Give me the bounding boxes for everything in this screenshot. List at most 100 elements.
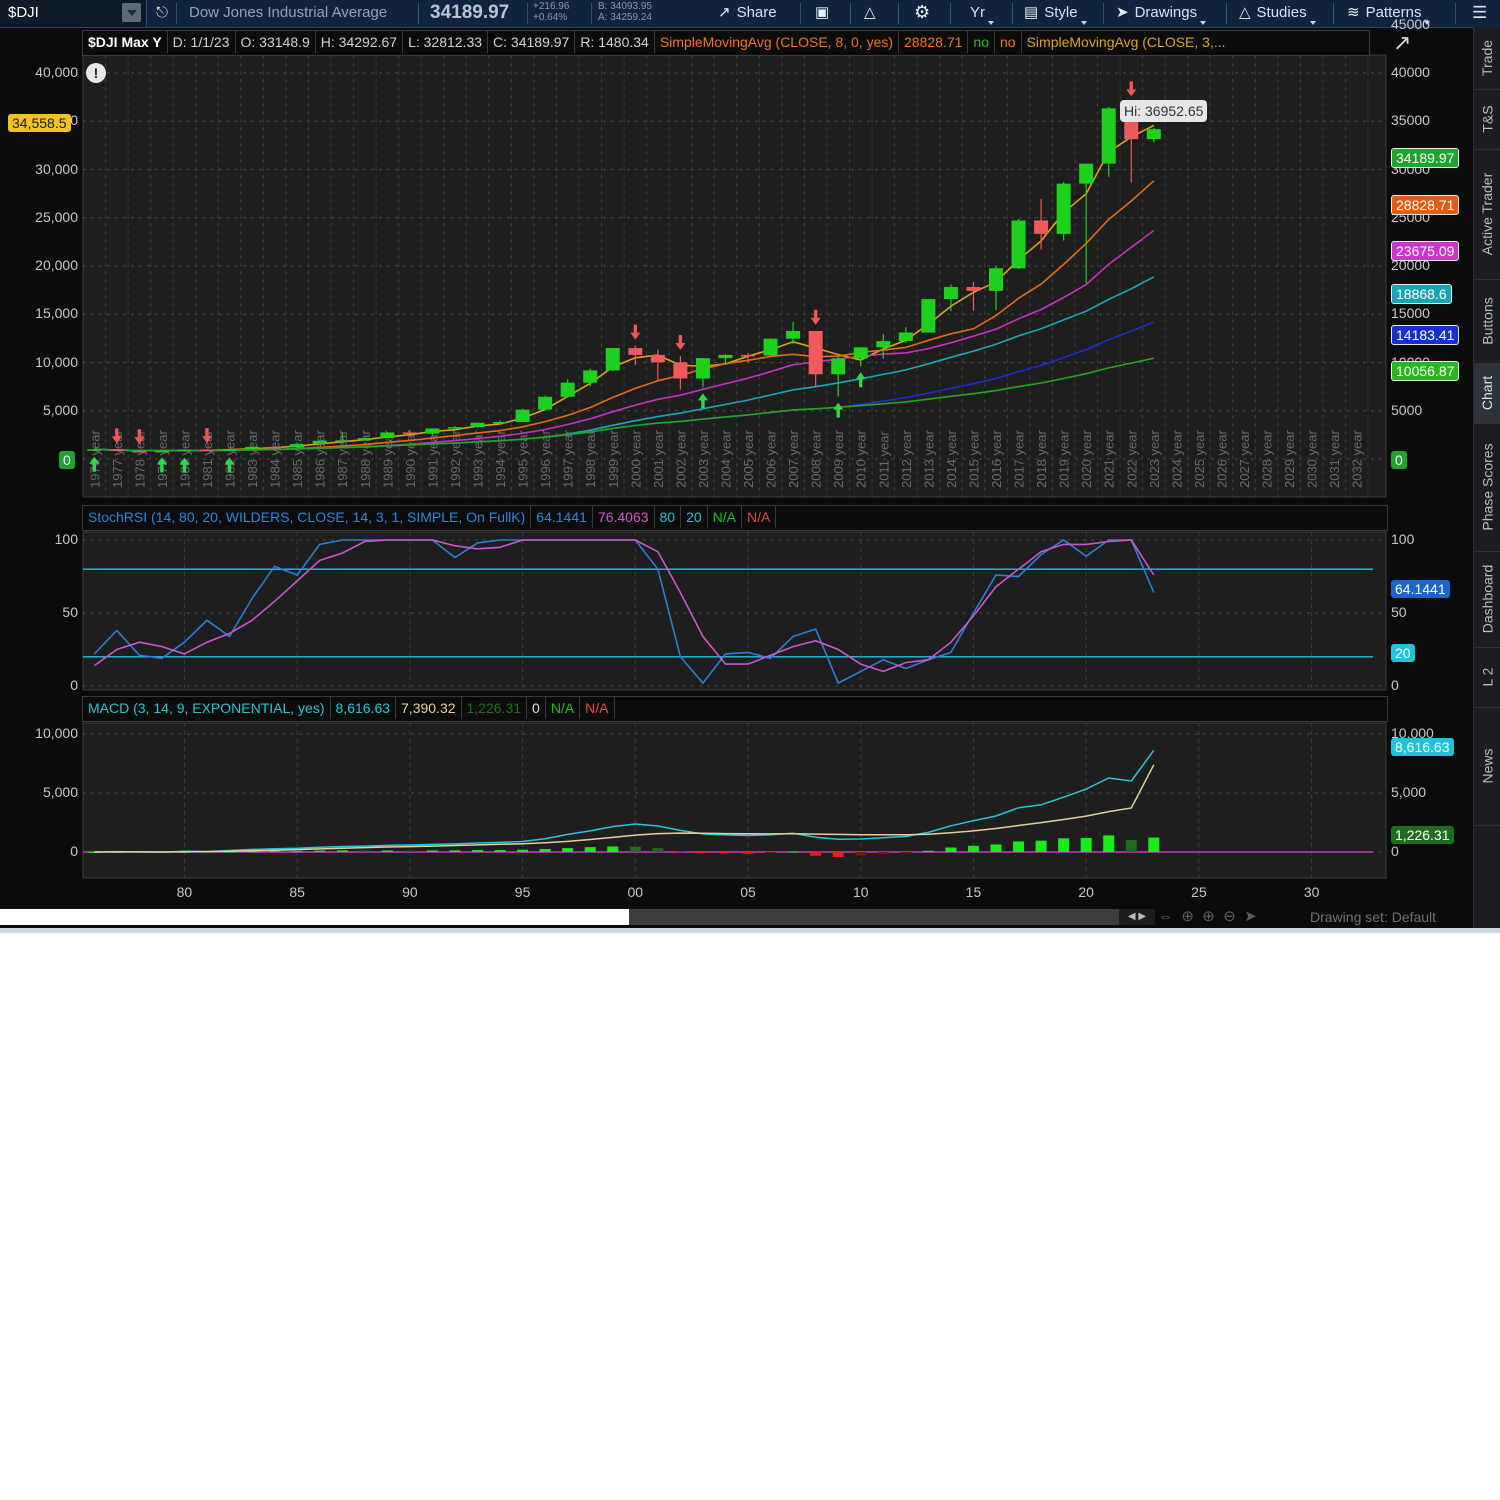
zoom-in-icon[interactable]: ⊕ — [1202, 908, 1215, 925]
candle-body — [1011, 220, 1026, 269]
camera-icon: ▣ — [815, 4, 830, 21]
year-label: 2011 year — [876, 430, 891, 488]
snapshot-button[interactable]: ▣ — [815, 0, 835, 27]
stochrsi-panel-header: StochRSI (14, 80, 20, WILDERS, CLOSE, 14… — [82, 505, 1388, 531]
year-label: 2017 year — [1012, 430, 1027, 488]
time-axis: 80 85 90 95 00 05 10 15 20 25 30 — [177, 884, 1320, 900]
pointer-icon[interactable]: ➤ — [1244, 908, 1257, 925]
stochrsi-study-label[interactable]: StochRSI (14, 80, 20, WILDERS, CLOSE, 14… — [83, 506, 532, 528]
candle-body — [741, 354, 756, 357]
year-label: 1986 year — [313, 430, 328, 488]
share-button[interactable]: ↗ Share — [718, 0, 777, 27]
candle-body — [335, 440, 350, 442]
candle-body — [673, 362, 688, 379]
side-tab-t-s[interactable]: T&S — [1474, 89, 1500, 150]
macd-axis-right-label: 5,000 — [1391, 784, 1427, 800]
macd-histogram-bar — [945, 847, 957, 852]
symbol-input[interactable]: $DJI — [8, 0, 39, 25]
style-button[interactable]: ▤ Style — [1024, 0, 1087, 27]
chart-toolbar: $DJI ⎋ Dow Jones Industrial Average 3418… — [0, 0, 1500, 28]
macd-grid — [82, 722, 1387, 879]
side-tab-chart[interactable]: Chart — [1474, 363, 1500, 424]
symbol-selector[interactable]: $DJI — [0, 0, 147, 27]
price-axis-right-label: 40000 — [1391, 64, 1430, 80]
drawing-set-label[interactable]: Drawing set: Default — [1310, 909, 1436, 925]
macd-histogram-bar — [652, 848, 664, 852]
drawings-button[interactable]: ➤ Drawings — [1116, 0, 1207, 27]
gear-icon: ⚙ — [914, 2, 931, 22]
timeframe-button[interactable]: Yr — [970, 0, 994, 27]
macd-histogram-bar — [381, 850, 393, 852]
side-tab-label: Buttons — [1479, 297, 1496, 345]
price-change: +216.96 +0.64% — [533, 1, 569, 28]
style-label: Style — [1044, 4, 1078, 21]
sma2-study-label[interactable]: SimpleMovingAvg (CLOSE, 3,... — [1022, 31, 1231, 53]
year-label: 2000 year — [628, 430, 643, 488]
studies-flask-button[interactable]: △ — [864, 0, 882, 27]
stochrsi-na1: N/A — [708, 506, 743, 528]
macd-value-tag: 8,616.63 — [1391, 738, 1454, 756]
menu-button[interactable]: ☰ — [1472, 0, 1487, 27]
side-tab-trade[interactable]: Trade — [1474, 27, 1500, 90]
candle-body — [245, 446, 260, 449]
settings-button[interactable]: ⚙ — [914, 0, 936, 27]
macd-axis-left-label: 0 — [70, 843, 78, 859]
side-tab-label: Chart — [1479, 375, 1496, 411]
stochrsi-panel-bg — [82, 531, 1387, 691]
macd-axis-left-label: 10,000 — [35, 725, 78, 741]
alert-info-icon[interactable]: ! — [86, 63, 106, 83]
studies-button[interactable]: △ Studies — [1239, 0, 1316, 27]
year-label: 2002 year — [673, 430, 688, 488]
candle-body — [583, 370, 598, 383]
link-icon[interactable]: ⎋ — [152, 0, 172, 27]
stochrsi-fullk: 64.1441 — [531, 506, 593, 528]
side-tab-dashboard[interactable]: Dashboard — [1474, 551, 1500, 648]
stochrsi-na2: N/A — [742, 506, 777, 528]
candle-body — [470, 422, 485, 428]
sma-value-tag: 28828.71 — [1391, 195, 1460, 215]
pan-icon[interactable]: ⇔ — [1158, 908, 1173, 925]
side-tab-active-trader[interactable]: Active Trader — [1474, 149, 1500, 280]
candle-body — [989, 268, 1004, 291]
scroll-thumb[interactable] — [629, 909, 1119, 925]
side-tab-buttons[interactable]: Buttons — [1474, 279, 1500, 364]
chart-expand-icon[interactable]: ↗ — [1393, 30, 1411, 56]
candle-body — [380, 432, 395, 439]
year-label: 1984 year — [268, 430, 283, 488]
candle-body — [763, 338, 778, 356]
side-tab-l-2[interactable]: L 2 — [1474, 647, 1500, 708]
stochrsi-fulld: 76.4063 — [593, 506, 655, 528]
side-tab-phase-scores[interactable]: Phase Scores — [1474, 423, 1500, 552]
year-label: 2032 year — [1350, 430, 1365, 488]
sma1-study-label[interactable]: SimpleMovingAvg (CLOSE, 8, 0, yes) — [655, 31, 900, 53]
macd-histogram-bar — [1035, 840, 1047, 852]
studies-label: Studies — [1256, 4, 1307, 21]
time-axis-label: 80 — [177, 884, 193, 900]
macd-panel-header: MACD (3, 14, 9, EXPONENTIAL, yes) 8,616.6… — [82, 696, 1388, 722]
candle-body — [876, 341, 891, 348]
candle-body — [966, 287, 981, 291]
chart-scrollbar[interactable]: ◀ ▶ ⇔ ⊕ ⊕ ⊖ ➤ Drawing set: Default — [0, 906, 1473, 928]
thinkorswim-chart-window: $DJI ⎋ Dow Jones Industrial Average 3418… — [0, 0, 1500, 933]
side-tab-label: L 2 — [1479, 667, 1496, 687]
candle-body — [605, 348, 620, 371]
side-tab-news[interactable]: News — [1474, 707, 1500, 826]
symbol-dropdown-icon[interactable] — [122, 3, 141, 22]
candle-body — [447, 427, 462, 429]
candle-body — [831, 358, 846, 375]
bar-high: H: 34292.67 — [316, 31, 404, 53]
price-axis-right-label: 15000 — [1391, 305, 1430, 322]
macd-histogram-bar — [336, 850, 348, 852]
zoom-out-icon[interactable]: ⊖ — [1223, 908, 1236, 925]
chart-area[interactable]: 1976 year 1977 year 1978 year 1979 year1980… — [0, 27, 1473, 907]
scroll-arrows[interactable]: ◀ ▶ — [1119, 909, 1155, 925]
chart-title: $DJI Max Y — [83, 31, 168, 53]
crosshair-icon[interactable]: ⊕ — [1181, 908, 1194, 925]
sma-value-tag: 14183.41 — [1391, 325, 1460, 345]
macd-study-label[interactable]: MACD (3, 14, 9, EXPONENTIAL, yes) — [83, 697, 331, 719]
time-axis-label: 00 — [628, 884, 644, 900]
macd-histogram-bar — [291, 851, 303, 853]
patterns-icon: ≋ — [1347, 4, 1360, 21]
macd-histogram-bar — [517, 849, 529, 852]
year-label: 2015 year — [966, 430, 981, 488]
